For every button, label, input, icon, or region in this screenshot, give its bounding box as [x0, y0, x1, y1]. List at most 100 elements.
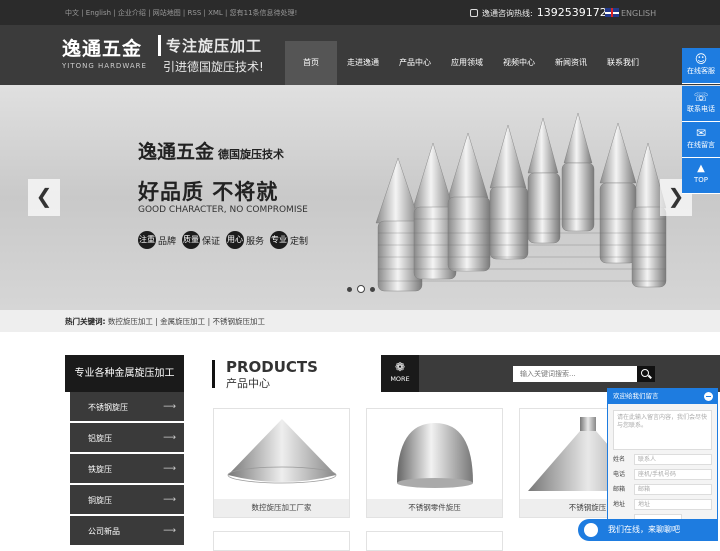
banner-prev-button[interactable]: ❮ — [28, 179, 60, 216]
search-icon[interactable] — [637, 366, 655, 382]
nav-products[interactable]: 产品中心 — [389, 41, 441, 85]
hot-keywords-links[interactable]: 数控旋压加工 | 金属旋压加工 | 不锈钢旋压加工 — [108, 317, 265, 326]
uk-flag-icon — [605, 8, 619, 17]
hero-banner[interactable]: 逸通五金 德国旋压技术 好品质 不将就 GOOD CHARACTER, NO CO… — [0, 85, 720, 310]
float-online-service[interactable]: ☺ 在线客服 — [682, 48, 720, 84]
float-message[interactable]: ✉ 在线留言 — [682, 122, 720, 158]
float-top[interactable]: ▲ TOP — [682, 158, 720, 194]
sidebar-item-label: 铁旋压 — [88, 465, 112, 474]
phone-field[interactable]: 座机/手机号码 — [634, 469, 712, 480]
nav-home[interactable]: 首页 — [285, 41, 337, 85]
products-title-en: PRODUCTS — [226, 358, 318, 376]
products-title-cn: 产品中心 — [226, 377, 270, 390]
sidebar-item-iron[interactable]: 铁旋压 ⟶ — [70, 454, 184, 485]
nav-videos[interactable]: 视频中心 — [493, 41, 545, 85]
category-sidebar: 专业各种金属旋压加工 不锈钢旋压 ⟶ 铝旋压 ⟶ 铁旋压 ⟶ 铜旋压 ⟶ 公司新品 ⟶ — [65, 355, 184, 547]
chat-now-label: 我们在线，来聊聊吧 — [608, 525, 680, 534]
chat-bubble-icon — [584, 523, 598, 537]
arrow-right-icon: ⟶ — [163, 495, 176, 505]
message-widget-header: 欢迎给我们留言 — [608, 389, 717, 404]
hot-keywords-bar: 热门关键词: 数控旋压加工 | 金属旋压加工 | 不锈钢旋压加工 — [0, 310, 720, 332]
header: 逸通五金 YITONG HARDWARE 专注旋压加工 引进德国旋压技术! 首页… — [0, 25, 720, 85]
hotline: 逸通咨询热线: 13925391729 — [470, 6, 614, 19]
banner-tag: 专业 定制 — [270, 231, 308, 249]
product-card[interactable]: 不锈钢零件旋压 — [366, 408, 503, 518]
products-toolbar: ❁ MORE 输入关键词搜索... — [381, 355, 720, 392]
banner-headline: 好品质 不将就 — [138, 180, 279, 204]
field-label: 姓名 — [613, 456, 626, 463]
sidebar-item-aluminum[interactable]: 铝旋压 ⟶ — [70, 423, 184, 454]
banner-title: 逸通五金 德国旋压技术 — [138, 137, 284, 164]
float-phone[interactable]: ☏ 联系电话 — [682, 86, 720, 122]
nav-about[interactable]: 走进逸通 — [337, 41, 389, 85]
banner-dot[interactable] — [347, 286, 352, 292]
tag-badge: 专业 — [270, 231, 289, 249]
product-card[interactable] — [366, 531, 503, 551]
arrow-right-icon: ⟶ — [163, 526, 176, 536]
float-label: TOP — [693, 176, 708, 184]
sidebar-item-label: 不锈钢旋压 — [88, 403, 128, 412]
sidebar-item-label: 铜旋压 — [88, 496, 112, 505]
float-label: 在线留言 — [687, 141, 715, 149]
product-card[interactable]: 数控旋压加工厂家 — [213, 408, 350, 518]
phone-icon — [470, 9, 478, 17]
banner-tags: 注重 品牌 质量 保证 用心 服务 专业 定制 — [138, 231, 308, 249]
sidebar-item-label: 公司新品 — [88, 527, 120, 536]
hotline-number: 13925391729 — [536, 6, 614, 19]
arrow-right-icon: ⟶ — [163, 464, 176, 474]
heading-bar — [212, 360, 215, 388]
nav-news[interactable]: 新闻资讯 — [545, 41, 597, 85]
arrow-right-icon: ⟶ — [163, 433, 176, 443]
search-input[interactable]: 输入关键词搜索... — [513, 366, 637, 382]
product-image-cone — [227, 419, 337, 484]
mail-icon: ✉ — [695, 126, 707, 140]
nav-contact[interactable]: 联系我们 — [597, 41, 649, 85]
slogan-line2: 引进德国旋压技术! — [163, 60, 264, 74]
form-row: 电话 座机/手机号码 — [613, 469, 712, 480]
hot-keywords: 热门关键词: 数控旋压加工 | 金属旋压加工 | 不锈钢旋压加工 — [65, 316, 265, 327]
product-caption: 不锈钢零件旋压 — [367, 499, 502, 517]
arrow-up-icon: ▲ — [697, 163, 705, 174]
sidebar-item-copper[interactable]: 铜旋压 ⟶ — [70, 485, 184, 516]
field-label: 电话 — [613, 471, 626, 478]
message-widget-title: 欢迎给我们留言 — [613, 392, 659, 400]
slogan: 专注旋压加工 引进德国旋压技术! — [158, 35, 278, 75]
main-nav: 首页 走进逸通 产品中心 应用领域 视频中心 新闻资讯 联系我们 — [285, 41, 649, 85]
slogan-line1: 专注旋压加工 — [158, 35, 278, 56]
email-field[interactable]: 邮箱 — [634, 484, 712, 495]
message-widget: 欢迎给我们留言 请在此输入留言内容，我们会尽快与您联系。 姓名 联系人 电话 座机/… — [578, 388, 718, 541]
hotline-label: 逸通咨询热线: — [482, 9, 533, 18]
hot-keywords-label: 热门关键词: — [65, 317, 106, 326]
chat-now-button[interactable]: 我们在线，来聊聊吧 — [578, 519, 718, 541]
logo-en: YITONG HARDWARE — [62, 62, 147, 70]
form-row: 地址 地址 — [613, 499, 712, 510]
banner-tag: 用心 服务 — [226, 231, 264, 249]
product-image-dome — [397, 423, 473, 488]
sidebar-item-stainless[interactable]: 不锈钢旋压 ⟶ — [70, 392, 184, 423]
tag-badge: 质量 — [182, 231, 201, 249]
message-textarea[interactable]: 请在此输入留言内容，我们会尽快与您联系。 — [613, 410, 712, 450]
banner-cones-image — [375, 112, 667, 292]
logo[interactable]: 逸通五金 YITONG HARDWARE — [62, 34, 152, 76]
top-links[interactable]: 中文 | English | 企业介绍 | 网站地图 | RSS | XML |… — [65, 8, 297, 18]
language-switch[interactable]: ENGLISH — [605, 8, 656, 18]
more-button[interactable]: ❁ MORE — [381, 355, 419, 392]
tag-text: 品牌 — [158, 236, 177, 247]
minimize-icon[interactable] — [704, 392, 713, 401]
banner-dot[interactable] — [370, 286, 375, 292]
nav-applications[interactable]: 应用领域 — [441, 41, 493, 85]
field-label: 邮箱 — [613, 486, 626, 493]
tag-text: 服务 — [246, 236, 265, 247]
tag-text: 定制 — [290, 236, 309, 247]
sidebar-item-new[interactable]: 公司新品 ⟶ — [70, 516, 184, 547]
tag-badge: 注重 — [138, 231, 156, 249]
banner-tag: 注重 品牌 — [138, 231, 176, 249]
banner-title-main: 逸通五金 — [138, 141, 215, 163]
banner-title-sub: 德国旋压技术 — [218, 148, 285, 161]
product-card[interactable] — [213, 531, 350, 551]
address-field[interactable]: 地址 — [634, 499, 712, 510]
banner-headline-en: GOOD CHARACTER, NO COMPROMISE — [138, 205, 308, 215]
phone-icon: ☏ — [693, 90, 709, 104]
name-field[interactable]: 联系人 — [634, 454, 712, 465]
banner-dot-active[interactable] — [357, 285, 365, 293]
